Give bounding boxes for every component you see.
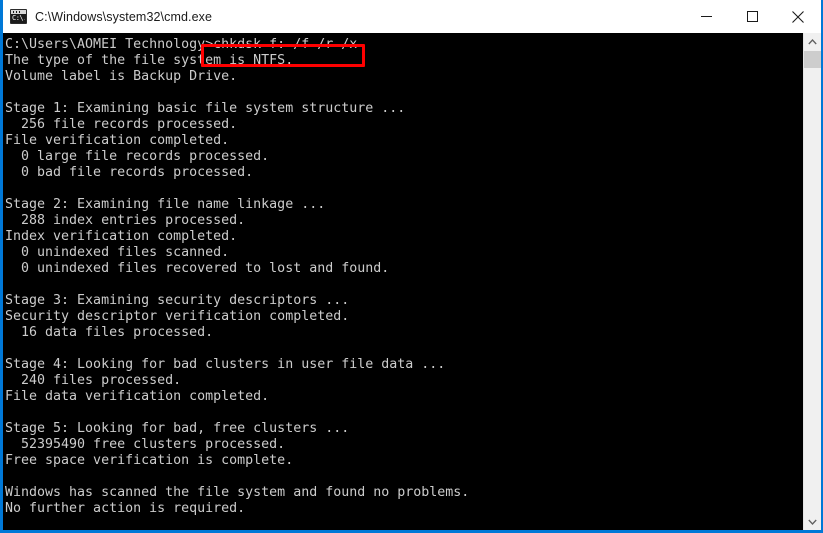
window-title: C:\Windows\system32\cmd.exe	[35, 9, 213, 24]
cmd-window: C:\. C:\Windows\system32\cmd.exe	[0, 0, 823, 533]
console-output-area[interactable]: C:\Users\AOMEI Technology>chkdsk f: /f /…	[3, 33, 803, 530]
window-controls	[683, 0, 821, 33]
console-text: C:\Users\AOMEI Technology>chkdsk f: /f /…	[5, 37, 470, 516]
maximize-button[interactable]	[729, 0, 775, 33]
title-bar[interactable]: C:\. C:\Windows\system32\cmd.exe	[3, 0, 821, 33]
cmd-console-icon: C:\.	[10, 9, 27, 24]
vertical-scrollbar[interactable]	[803, 33, 821, 530]
scrollbar-thumb[interactable]	[804, 51, 821, 68]
icon-prompt-glyph: C:\.	[12, 14, 25, 22]
minimize-button[interactable]	[683, 0, 729, 33]
scrollbar-track[interactable]	[804, 50, 821, 513]
close-button[interactable]	[775, 0, 821, 33]
scroll-down-arrow-icon[interactable]	[804, 513, 821, 530]
scroll-up-arrow-icon[interactable]	[804, 33, 821, 50]
